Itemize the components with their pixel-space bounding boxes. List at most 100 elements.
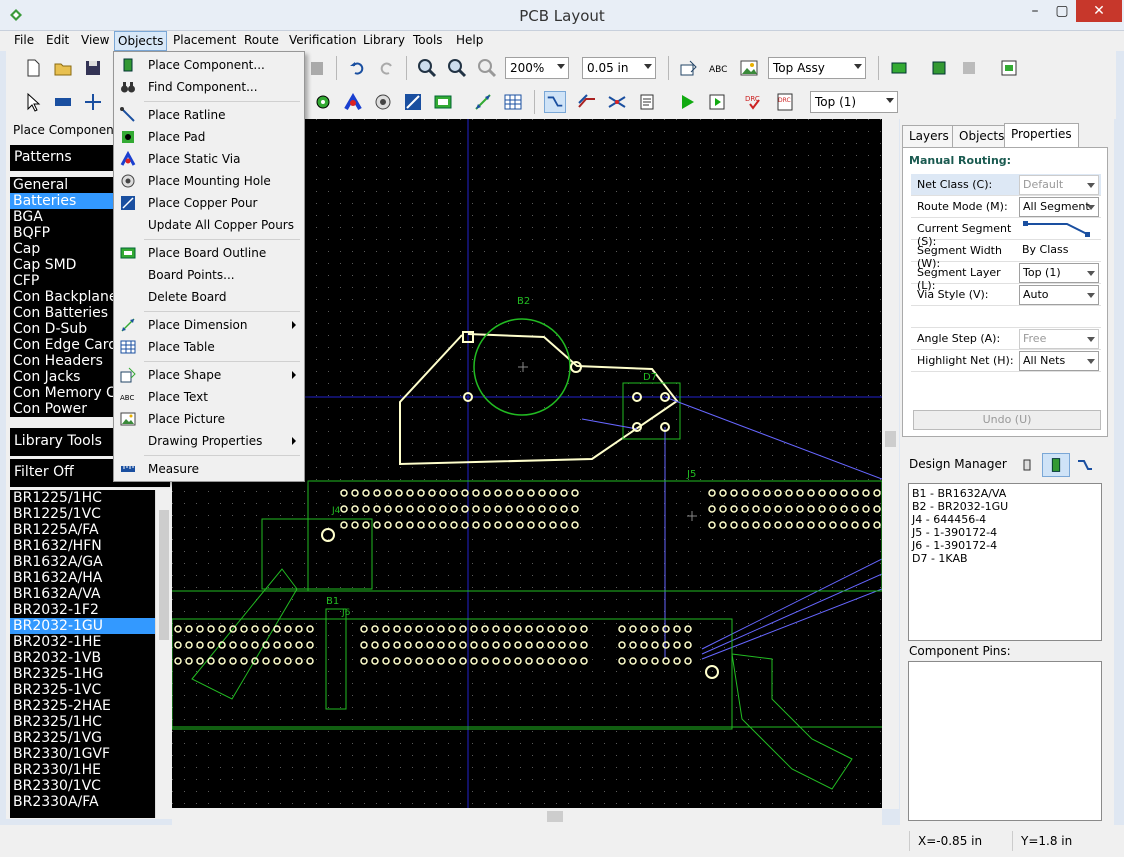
crosshair-icon[interactable]: [82, 91, 104, 113]
menu-item-place-mounting-hole[interactable]: Place Mounting Hole: [116, 170, 302, 192]
menu-item-place-board-outline[interactable]: Place Board Outline: [116, 242, 302, 264]
tab-objects[interactable]: Objects: [952, 125, 1012, 147]
menu-item-delete-board[interactable]: Delete Board: [116, 286, 302, 308]
route-interactive-icon[interactable]: [576, 91, 598, 113]
menu-item-drawing-properties[interactable]: Drawing Properties: [116, 430, 302, 452]
undo-button[interactable]: Undo (U): [913, 410, 1101, 430]
part-item[interactable]: BR2325/1HC: [10, 714, 155, 730]
design-item[interactable]: B2 - BR2032-1GU: [912, 500, 1098, 513]
net-view-icon[interactable]: [1076, 456, 1094, 474]
menu-edit[interactable]: Edit: [44, 33, 71, 47]
property-value[interactable]: All Segment: [1019, 197, 1099, 217]
part-item[interactable]: BR1225A/FA: [10, 522, 155, 538]
part-item[interactable]: BR1225/1HC: [10, 490, 155, 506]
menu-placement[interactable]: Placement: [171, 33, 238, 47]
component-disabled-icon[interactable]: [958, 57, 980, 79]
property-value[interactable]: All Nets: [1019, 351, 1099, 371]
part-item[interactable]: BR2330/1VC: [10, 778, 155, 794]
route-cut-icon[interactable]: [606, 91, 628, 113]
parts-scrollbar[interactable]: [155, 490, 171, 818]
menu-verification[interactable]: Verification: [287, 33, 358, 47]
picture-icon[interactable]: [738, 57, 760, 79]
menu-item-place-static-via[interactable]: Place Static Via: [116, 148, 302, 170]
grid-combo[interactable]: 0.05 in: [582, 57, 656, 79]
menu-item-place-ratline[interactable]: Place Ratline: [116, 104, 302, 126]
design-manager-list[interactable]: B1 - BR1632A/VA B2 - BR2032-1GU J4 - 64445…: [908, 483, 1102, 641]
design-item[interactable]: J5 - 1-390172-4: [912, 526, 1098, 539]
route-manual-icon[interactable]: [544, 91, 566, 113]
minimize-button[interactable]: –: [1022, 0, 1048, 22]
part-item[interactable]: BR2330/1HE: [10, 762, 155, 778]
scroll-thumb[interactable]: [547, 811, 563, 822]
design-item[interactable]: J4 - 644456-4: [912, 513, 1098, 526]
view-combo[interactable]: Top Assy: [768, 57, 866, 79]
design-item[interactable]: J6 - 1-390172-4: [912, 539, 1098, 552]
save-icon[interactable]: [82, 57, 104, 79]
edit-object-icon[interactable]: [678, 57, 700, 79]
menu-item-measure[interactable]: Measure: [116, 458, 302, 480]
property-value[interactable]: Default: [1019, 175, 1099, 195]
tab-properties[interactable]: Properties: [1004, 123, 1079, 148]
menu-help[interactable]: Help: [454, 33, 485, 47]
ruler-icon[interactable]: [52, 91, 74, 113]
dimension-tool-icon[interactable]: [472, 91, 494, 113]
menu-objects[interactable]: Objects: [114, 31, 168, 51]
part-item[interactable]: BR2325-1HG: [10, 666, 155, 682]
menu-item-find-component[interactable]: Find Component...: [116, 76, 302, 98]
mounting-hole-tool-icon[interactable]: [372, 91, 394, 113]
route-properties-icon[interactable]: [636, 91, 658, 113]
menu-tools[interactable]: Tools: [411, 33, 445, 47]
run-settings-icon[interactable]: [706, 91, 728, 113]
property-value[interactable]: Auto: [1019, 285, 1099, 305]
canvas-vertical-scrollbar[interactable]: [882, 119, 899, 809]
menu-item-place-shape[interactable]: Place Shape: [116, 364, 302, 386]
zoom-in-icon[interactable]: [416, 57, 438, 79]
part-item[interactable]: BR2325-2HAE: [10, 698, 155, 714]
pad-tool-icon[interactable]: [312, 91, 334, 113]
run-play-icon[interactable]: [676, 91, 698, 113]
menu-library[interactable]: Library: [361, 33, 407, 47]
part-item[interactable]: BR1225/1VC: [10, 506, 155, 522]
part-item[interactable]: BR2032-1GU: [10, 618, 155, 634]
design-item[interactable]: D7 - 1KAB: [912, 552, 1098, 565]
menu-item-place-pad[interactable]: Place Pad: [116, 126, 302, 148]
drc-icon[interactable]: DRC: [744, 91, 766, 113]
part-item[interactable]: BR2330/1GVF: [10, 746, 155, 762]
component-icon[interactable]: [928, 57, 950, 79]
menu-item-place-copper-pour[interactable]: Place Copper Pour: [116, 192, 302, 214]
select-arrow-icon[interactable]: [22, 91, 44, 113]
menu-view[interactable]: View: [79, 33, 111, 47]
part-item[interactable]: BR1632A/VA: [10, 586, 155, 602]
menu-item-update-all-copper-pours[interactable]: Update All Copper Pours: [116, 214, 302, 236]
menu-item-place-picture[interactable]: Place Picture: [116, 408, 302, 430]
text-abc-icon[interactable]: ABC: [708, 57, 730, 79]
zoom-fit-icon[interactable]: [476, 57, 498, 79]
menu-item-board-points[interactable]: Board Points...: [116, 264, 302, 286]
scroll-thumb[interactable]: [159, 510, 169, 640]
part-item[interactable]: BR1632A/HA: [10, 570, 155, 586]
redo-icon[interactable]: [376, 57, 398, 79]
undo-icon[interactable]: [346, 57, 368, 79]
via-tool-icon[interactable]: [342, 91, 364, 113]
new-file-icon[interactable]: [22, 57, 44, 79]
open-folder-icon[interactable]: [52, 57, 74, 79]
list-view-icon[interactable]: [1018, 456, 1036, 474]
zoom-combo[interactable]: 200%: [505, 57, 569, 79]
layer-combo[interactable]: Top (1): [810, 91, 898, 113]
part-item[interactable]: BR2032-1F2: [10, 602, 155, 618]
component-view-icon[interactable]: [1042, 453, 1070, 477]
parts-list[interactable]: BR1225/1HC BR1225/1VC BR1225A/FA BR1632/HFN…: [10, 490, 155, 818]
part-item[interactable]: BR1632/HFN: [10, 538, 155, 554]
property-value[interactable]: Free: [1019, 329, 1099, 349]
menu-file[interactable]: File: [12, 33, 36, 47]
part-item[interactable]: BR2325/1VG: [10, 730, 155, 746]
maximize-button[interactable]: ▢: [1049, 0, 1075, 22]
tab-layers[interactable]: Layers: [902, 125, 956, 147]
table-tool-icon[interactable]: [502, 91, 524, 113]
menu-item-place-component[interactable]: Place Component...: [116, 54, 302, 76]
drc-report-icon[interactable]: DRC: [774, 91, 796, 113]
part-item[interactable]: BR2032-1HE: [10, 634, 155, 650]
property-value[interactable]: By Class: [1019, 241, 1099, 261]
close-button[interactable]: ✕: [1076, 0, 1122, 22]
scroll-thumb[interactable]: [885, 431, 896, 447]
